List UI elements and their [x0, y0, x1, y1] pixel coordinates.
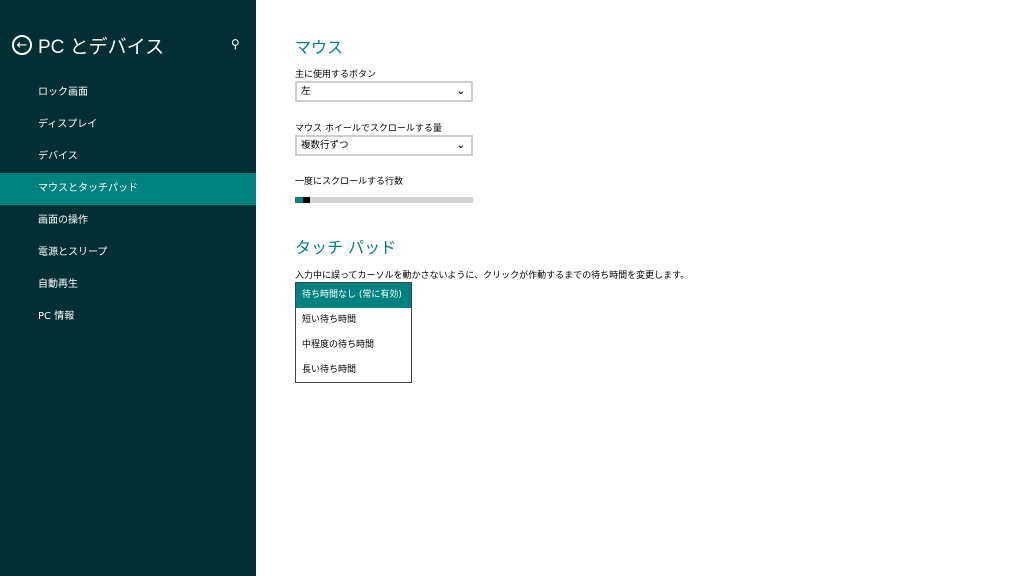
chevron-down-icon: ⌄: [456, 140, 465, 151]
sidebar-item-mouse-touchpad[interactable]: マウスとタッチパッド: [0, 173, 256, 205]
scroll-amount-label: マウス ホイールでスクロールする量: [295, 124, 442, 134]
scroll-amount-value: 複数行ずつ: [301, 140, 349, 151]
sidebar-item-power-sleep[interactable]: 電源とスリープ: [0, 237, 256, 269]
scroll-amount-select[interactable]: 複数行ずつ ⌄: [295, 135, 473, 156]
touchpad-heading: タッチ パッド: [295, 238, 397, 257]
sidebar-item-corners-edges[interactable]: 画面の操作: [0, 205, 256, 237]
delay-dropdown-list: 待ち時間なし (常に有効) 短い待ち時間 中程度の待ち時間 長い待ち時間: [295, 282, 412, 383]
chevron-down-icon: ⌄: [456, 86, 465, 97]
sidebar-item-devices[interactable]: デバイス: [0, 141, 256, 173]
delay-option[interactable]: 中程度の待ち時間: [296, 333, 411, 358]
back-arrow-icon[interactable]: ←: [12, 35, 32, 55]
primary-button-label: 主に使用するボタン: [295, 70, 377, 80]
slider-thumb[interactable]: [303, 197, 310, 203]
sidebar-item-autoplay[interactable]: 自動再生: [0, 269, 256, 301]
mouse-heading: マウス: [295, 38, 344, 57]
slider-fill: [295, 197, 303, 203]
sidebar-item-pc-info[interactable]: PC 情報: [0, 301, 256, 333]
sidebar-item-lock-screen[interactable]: ロック画面: [0, 77, 256, 109]
delay-option[interactable]: 短い待ち時間: [296, 308, 411, 333]
search-icon[interactable]: ⚲: [231, 37, 240, 51]
delay-option[interactable]: 待ち時間なし (常に有効): [296, 283, 411, 308]
delay-option[interactable]: 長い待ち時間: [296, 358, 411, 383]
sidebar-item-display[interactable]: ディスプレイ: [0, 109, 256, 141]
lines-slider[interactable]: [295, 197, 473, 203]
primary-button-select[interactable]: 左 ⌄: [295, 81, 473, 102]
touchpad-description: 入力中に誤ってカーソルを動かさないように、クリックが作動するまでの待ち時間を変更…: [295, 271, 690, 281]
primary-button-value: 左: [301, 86, 311, 97]
sidebar: ← PC とデバイス ⚲ ロック画面 ディスプレイ デバイス マウスとタッチパッ…: [0, 0, 256, 576]
page-title: PC とデバイス: [38, 37, 165, 58]
lines-label: 一度にスクロールする行数: [295, 177, 404, 187]
